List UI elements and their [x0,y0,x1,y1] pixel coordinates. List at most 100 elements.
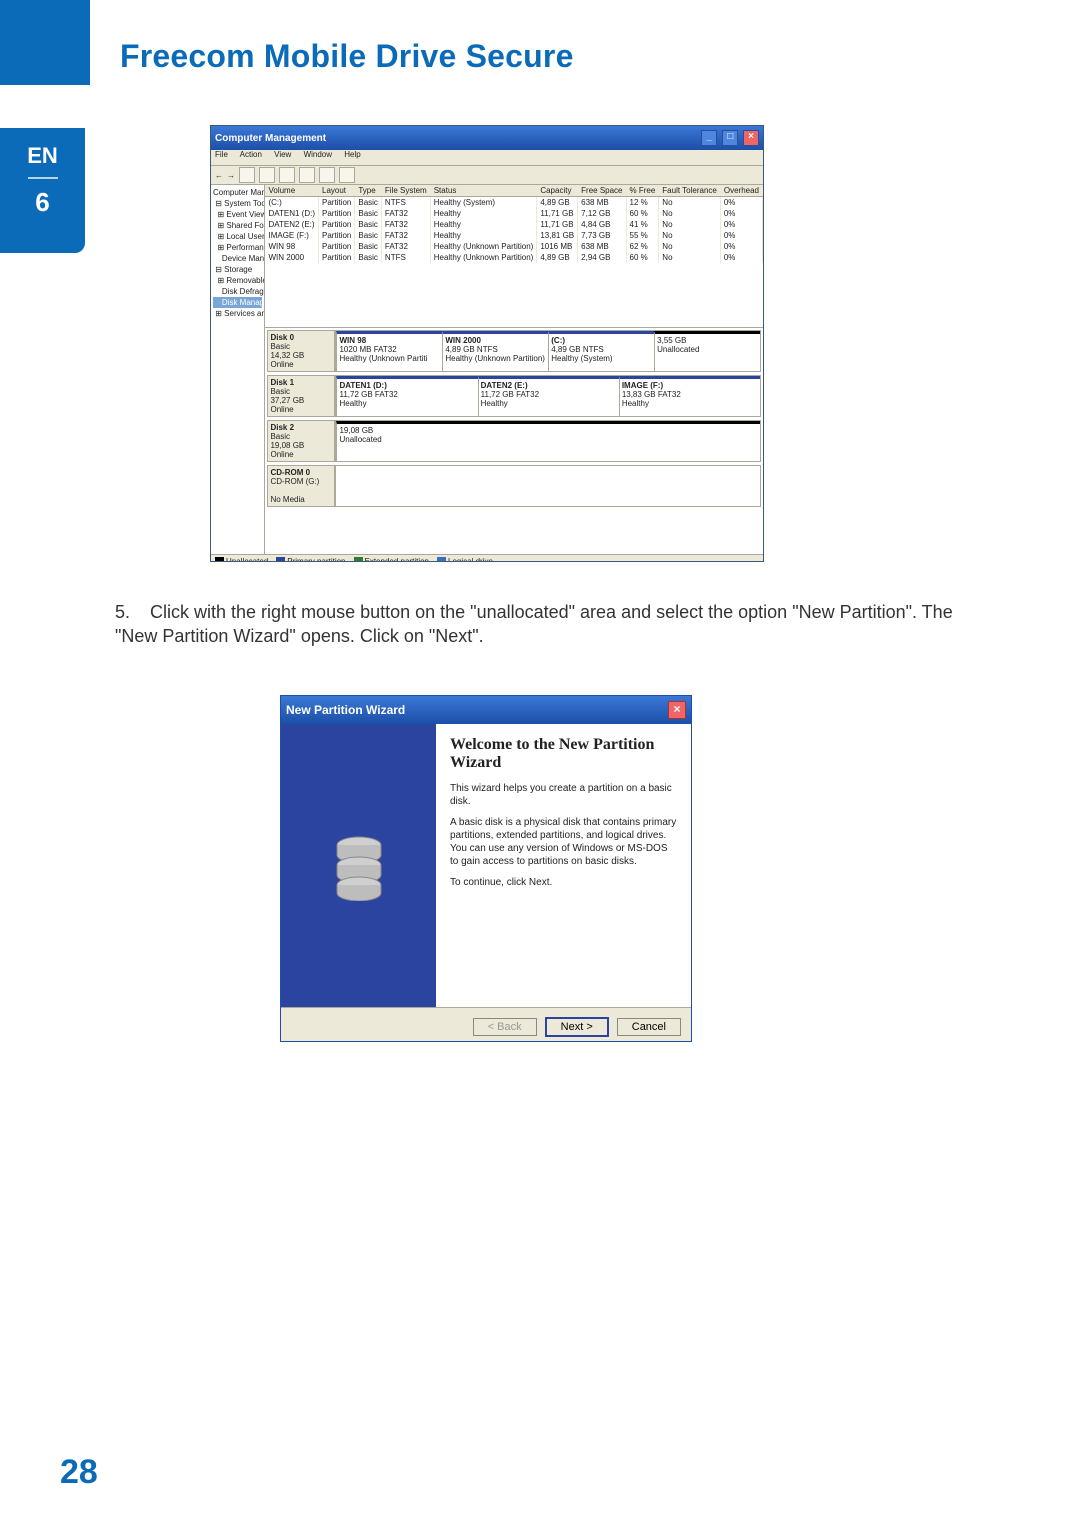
cell: 13,81 GB [537,230,578,241]
refresh-icon[interactable] [279,167,295,183]
legend-unallocated: Unallocated [215,557,268,562]
cell: Basic [355,219,382,230]
wizard-button-row: < Back Next > Cancel [281,1007,691,1046]
column-header[interactable]: Capacity [537,185,578,197]
disk-label[interactable]: Disk 0Basic14,32 GBOnline [267,330,335,372]
partition[interactable]: WIN 981020 MB FAT32Healthy (Unknown Part… [336,331,442,371]
window-title: Computer Management [215,133,326,144]
toolbar-button-icon[interactable] [319,167,335,183]
forward-icon[interactable]: → [227,171,235,180]
disk-label[interactable]: Disk 1Basic37,27 GBOnline [267,375,335,417]
wizard-para-1: This wizard helps you create a partition… [450,782,677,808]
disk-partitions: 19,08 GBUnallocated [335,420,761,462]
volume-row[interactable]: IMAGE (F:)PartitionBasicFAT32Healthy13,8… [265,230,762,241]
disk-label[interactable]: Disk 2Basic19,08 GBOnline [267,420,335,462]
computer-management-window: Computer Management _ □ × File Action Vi… [210,125,764,562]
tree-item[interactable]: ⊞ Local Users and Groups [213,231,262,242]
cell: Partition [319,230,355,241]
partition[interactable]: DATEN2 (E:)11,72 GB FAT32Healthy [478,376,619,416]
cell: NTFS [381,252,430,263]
tree-services[interactable]: ⊞ Services and Applications [213,308,262,319]
menu-file[interactable]: File [215,150,228,159]
tree-disk-management[interactable]: Disk Management [213,297,262,308]
minimize-icon[interactable]: _ [701,130,717,146]
cell: NTFS [381,197,430,209]
cell: 638 MB [578,197,626,209]
column-header[interactable]: Type [355,185,382,197]
tree-item[interactable]: Disk Defragmenter [213,286,262,297]
disk-graphical-view[interactable]: Disk 0Basic14,32 GBOnlineWIN 981020 MB F… [265,328,763,554]
unallocated-area[interactable]: 19,08 GBUnallocated [336,421,760,461]
column-header[interactable]: % Free [626,185,659,197]
disk-partitions [335,465,761,507]
cell: WIN 98 [265,241,318,252]
disk-label[interactable]: CD-ROM 0CD-ROM (G:)No Media [267,465,335,507]
volume-row[interactable]: WIN 2000PartitionBasicNTFSHealthy (Unkno… [265,252,762,263]
toolbar-button-icon[interactable] [259,167,275,183]
volume-row[interactable]: WIN 98PartitionBasicFAT32Healthy (Unknow… [265,241,762,252]
toolbar-button-icon[interactable] [239,167,255,183]
wizard-heading: Welcome to the New Partition Wizard [450,736,677,772]
partition[interactable]: IMAGE (F:)13,83 GB FAT32Healthy [619,376,760,416]
next-button[interactable]: Next > [545,1017,609,1037]
column-header[interactable]: Layout [319,185,355,197]
partition[interactable]: (C:)4,89 GB NTFSHealthy (System) [548,331,654,371]
navigation-tree[interactable]: Computer Management (Local) ⊟ System Too… [211,185,265,554]
cell: No [659,241,721,252]
cell: 60 % [626,252,659,263]
maximize-icon[interactable]: □ [722,130,738,146]
menu-window[interactable]: Window [304,150,332,159]
menu-help[interactable]: Help [344,150,360,159]
wizard-titlebar[interactable]: New Partition Wizard × [281,696,691,724]
volume-row[interactable]: DATEN2 (E:)PartitionBasicFAT32Healthy11,… [265,219,762,230]
tree-system-tools[interactable]: ⊟ System Tools [213,198,262,209]
column-header[interactable]: Status [430,185,537,197]
cancel-button[interactable]: Cancel [617,1018,681,1036]
partition[interactable]: WIN 20004,89 GB NTFSHealthy (Unknown Par… [442,331,548,371]
tree-item[interactable]: ⊞ Performance Logs and Alerts [213,242,262,253]
volume-row[interactable]: (C:)PartitionBasicNTFSHealthy (System)4,… [265,197,762,209]
tree-storage[interactable]: ⊟ Storage [213,264,262,275]
tree-root[interactable]: Computer Management (Local) [213,187,262,198]
menu-view[interactable]: View [274,150,291,159]
window-controls: _ □ × [699,130,759,146]
column-header[interactable]: Overhead [720,185,762,197]
column-header[interactable]: File System [381,185,430,197]
cell: Partition [319,208,355,219]
partition[interactable]: DATEN1 (D:)11,72 GB FAT32Healthy [336,376,477,416]
cell: FAT32 [381,208,430,219]
instruction-step: 5. Click with the right mouse button on … [115,600,955,649]
cell: DATEN1 (D:) [265,208,318,219]
close-icon[interactable]: × [668,701,686,719]
wizard-graphic-panel [281,724,436,1007]
legend-primary: Primary partition [276,557,345,562]
toolbar-button-icon[interactable] [299,167,315,183]
help-icon[interactable] [339,167,355,183]
disk-stack-icon [329,831,389,901]
column-header[interactable]: Volume [265,185,318,197]
menu-action[interactable]: Action [240,150,262,159]
legend-logical: Logical drive [437,557,493,562]
back-icon[interactable]: ← [215,171,223,180]
volume-list[interactable]: VolumeLayoutTypeFile SystemStatusCapacit… [265,185,763,328]
back-button[interactable]: < Back [473,1018,537,1036]
tree-item[interactable]: ⊞ Shared Folders [213,220,262,231]
tree-item[interactable]: ⊞ Event Viewer [213,209,262,220]
cell: Healthy [430,230,537,241]
volume-row[interactable]: DATEN1 (D:)PartitionBasicFAT32Healthy11,… [265,208,762,219]
menu-bar[interactable]: File Action View Window Help [211,150,763,166]
page-title: Freecom Mobile Drive Secure [120,38,574,75]
unallocated-area[interactable]: 3,55 GBUnallocated [654,331,760,371]
window-titlebar[interactable]: Computer Management _ □ × [211,126,763,150]
cell: Basic [355,197,382,209]
cell: 55 % [626,230,659,241]
cell: No [659,252,721,263]
tree-item[interactable]: ⊞ Removable Storage [213,275,262,286]
cell: Healthy [430,208,537,219]
column-header[interactable]: Free Space [578,185,626,197]
column-header[interactable]: Fault Tolerance [659,185,721,197]
close-icon[interactable]: × [743,130,759,146]
cell: Healthy (System) [430,197,537,209]
tree-item[interactable]: Device Manager [213,253,262,264]
cell: Basic [355,252,382,263]
